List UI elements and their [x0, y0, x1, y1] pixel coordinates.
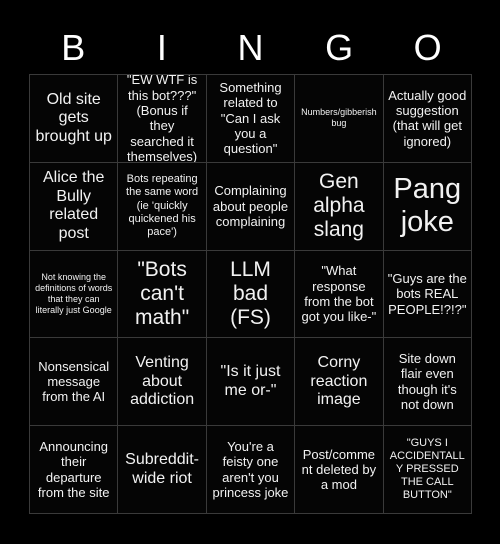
bingo-cell[interactable]: Something related to "Can I ask you a qu…: [206, 75, 295, 162]
bingo-cell-label: Something related to "Can I ask you a qu…: [219, 80, 282, 157]
bingo-cell-label: "Is it just me or-": [220, 363, 281, 399]
bingo-cell[interactable]: "Guys are the bots REAL PEOPLE!?!?": [383, 250, 471, 338]
bingo-cell[interactable]: Venting about addiction: [118, 338, 206, 426]
bingo-cell-label: Nonsensical message from the AI: [38, 358, 110, 405]
bingo-cell-label: Site down flair even though it's not dow…: [397, 351, 457, 413]
bingo-cell[interactable]: Subreddit-wide riot: [118, 426, 206, 513]
bingo-cell[interactable]: "GUYS I ACCIDENTALLY PRESSED THE CALL BU…: [383, 426, 471, 513]
bingo-cell[interactable]: You're a feisty one aren't you princess …: [206, 426, 295, 513]
bingo-header-row: B I N G O: [29, 22, 472, 74]
bingo-cell[interactable]: Post/comment deleted by a mod: [295, 426, 383, 513]
bingo-cell-label: Venting about addiction: [130, 353, 195, 409]
bingo-cell-label: "Guys are the bots REAL PEOPLE!?!?": [387, 271, 467, 317]
bingo-cell-label: Announcing their departure from the site: [37, 438, 110, 500]
header-letter-g: G: [325, 27, 354, 68]
bingo-cell[interactable]: Gen alpha slang: [295, 162, 383, 250]
bingo-cell[interactable]: Not knowing the definitions of words tha…: [30, 250, 118, 338]
bingo-cell-label: "EW WTF is this bot???" (Bonus if they s…: [126, 75, 198, 162]
bingo-cell[interactable]: Corny reaction image: [295, 338, 383, 426]
bingo-cell-label: "GUYS I ACCIDENTALLY PRESSED THE CALL BU…: [389, 436, 465, 502]
bingo-cell[interactable]: "Bots can't math": [118, 250, 206, 338]
header-letter-i: I: [156, 27, 167, 68]
bingo-cell[interactable]: Bots repeating the same word (ie 'quickl…: [118, 162, 206, 250]
bingo-cell-label: Complaining about people complaining: [212, 183, 289, 229]
bingo-cell-label: Gen alpha slang: [313, 169, 365, 242]
bingo-cell-label: Not knowing the definitions of words tha…: [35, 272, 113, 315]
bingo-cell-label: Corny reaction image: [310, 353, 368, 409]
header-letter-n: N: [237, 27, 264, 68]
header-letter-o: O: [413, 27, 442, 68]
header-letter-b: B: [61, 27, 86, 68]
bingo-cell-label: Post/comment deleted by a mod: [301, 446, 377, 493]
bingo-cell-label: Alice the Bully related post: [43, 169, 105, 242]
bingo-cell[interactable]: "Is it just me or-": [206, 338, 295, 426]
bingo-cell[interactable]: Announcing their departure from the site: [30, 426, 118, 513]
bingo-cell-label: "Bots can't math": [135, 257, 190, 330]
bingo-card: B I N G O Old site gets brought up "EW W…: [0, 0, 500, 544]
bingo-cell-label: Pang joke: [393, 173, 462, 239]
bingo-cell[interactable]: Pang joke: [383, 162, 471, 250]
bingo-cell-label: You're a feisty one aren't you princess …: [212, 438, 289, 500]
bingo-grid: Old site gets brought up "EW WTF is this…: [29, 74, 472, 514]
bingo-cell-label: Subreddit-wide riot: [125, 451, 199, 487]
bingo-cell-label: Numbers/gibberish bug: [301, 107, 377, 129]
bingo-cell-label: "What response from the bot got you like…: [301, 263, 377, 325]
bingo-cell[interactable]: Actually good suggestion (that will get …: [383, 75, 471, 162]
bingo-cell[interactable]: Site down flair even though it's not dow…: [383, 338, 471, 426]
bingo-cell-label: Old site gets brought up: [35, 90, 112, 145]
bingo-cell-label: Bots repeating the same word (ie 'quickl…: [126, 173, 199, 238]
bingo-cell[interactable]: Alice the Bully related post: [30, 162, 118, 250]
bingo-cell[interactable]: Complaining about people complaining: [206, 162, 295, 250]
bingo-cell-label: LLM bad (FS): [230, 257, 271, 330]
bingo-cell[interactable]: Old site gets brought up: [30, 75, 118, 162]
bingo-cell[interactable]: "EW WTF is this bot???" (Bonus if they s…: [118, 75, 206, 162]
bingo-cell-label: Actually good suggestion (that will get …: [388, 87, 467, 149]
bingo-cell[interactable]: "What response from the bot got you like…: [295, 250, 383, 338]
bingo-cell[interactable]: Numbers/gibberish bug: [295, 75, 383, 162]
bingo-cell[interactable]: LLM bad (FS): [206, 250, 295, 338]
bingo-cell[interactable]: Nonsensical message from the AI: [30, 338, 118, 426]
